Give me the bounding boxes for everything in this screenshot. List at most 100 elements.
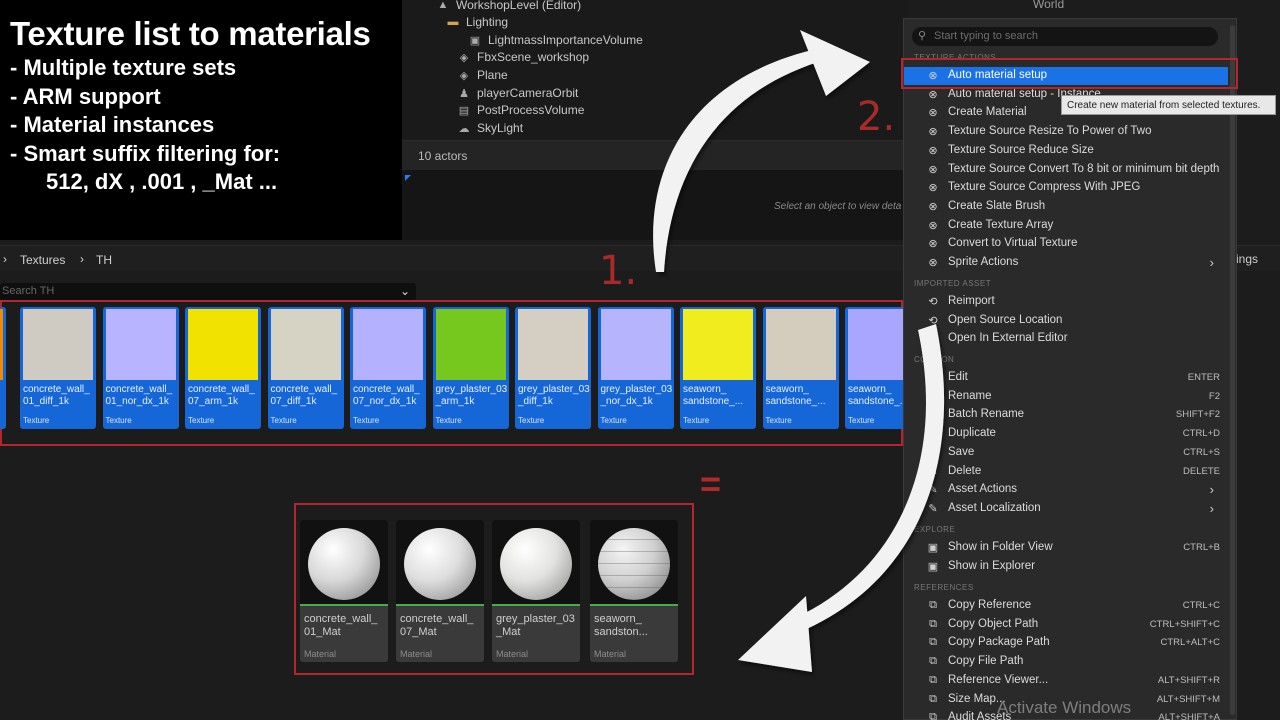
material-tile[interactable]: concrete_wall_ 07_Mat Material: [396, 520, 484, 662]
menu-item-edit[interactable]: ✎ Edit ENTER: [904, 369, 1228, 387]
texture-action-icon: ⊗: [928, 88, 938, 101]
menu-item-shortcut: ALT+SHIFT+M: [1156, 693, 1220, 705]
search-placeholder: Search TH: [2, 285, 55, 297]
menu-item-rename[interactable]: ✎ Rename F2: [904, 388, 1228, 406]
chevron-right-icon: ›: [1209, 482, 1214, 498]
texture-name: seaworn_ sandstone_...: [765, 384, 826, 407]
texture-tile[interactable]: concrete_wall_ 07_diff_1k Texture: [267, 307, 344, 429]
breadcrumb-textures[interactable]: Textures: [20, 253, 65, 267]
material-tile[interactable]: seaworn_ sandston... Material: [590, 520, 678, 662]
settings-button[interactable]: ings: [1236, 252, 1258, 266]
menu-item-show-in-explorer[interactable]: ▣ Show in Explorer: [904, 558, 1228, 576]
menu-item-open-source-location[interactable]: ⟲ Open Source Location: [904, 312, 1228, 330]
texture-tile[interactable]: concrete_wall_ 07_nor_dx_1k Texture: [350, 307, 426, 429]
texture-tile[interactable]: concrete_wall_ 01_diff_1k Texture: [20, 307, 96, 429]
outliner-row-postprocess[interactable]: ▤ PostProcessVolume: [457, 101, 585, 119]
menu-item-label: Create Texture Array: [948, 218, 1054, 231]
outliner-row-lighting[interactable]: ▬ Lighting: [446, 13, 509, 31]
search-icon: ⚲: [918, 30, 927, 42]
menu-item-label: Open In External Editor: [948, 332, 1068, 345]
texture-thumbnail: [270, 309, 341, 380]
copy-icon: ⧉: [929, 673, 937, 686]
menu-item-reimport[interactable]: ⟲ Reimport: [904, 293, 1228, 311]
breadcrumb-th[interactable]: TH: [96, 253, 112, 267]
menu-item-save[interactable]: ✎ Save CTRL+S: [904, 444, 1228, 462]
outliner-row-camera[interactable]: ♟ playerCameraOrbit: [457, 84, 578, 102]
menu-item-open-in-external-editor[interactable]: ⟲ Open In External Editor: [904, 330, 1228, 348]
menu-item-asset-localization[interactable]: ✎ Asset Localization ›: [904, 500, 1228, 518]
menu-item-copy-package-path[interactable]: ⧉ Copy Package Path CTRL+ALT+C: [904, 634, 1228, 652]
texture-type-label: Texture: [270, 416, 297, 425]
world-column-header: World: [1033, 0, 1065, 11]
outliner-row-plane[interactable]: ◈ Plane: [457, 66, 508, 84]
menu-item-copy-object-path[interactable]: ⧉ Copy Object Path CTRL+SHIFT+C: [904, 616, 1228, 634]
outliner-row-fbxscene[interactable]: ◈ FbxScene_workshop: [457, 48, 589, 66]
menu-item-copy-file-path[interactable]: ⧉ Copy File Path: [904, 653, 1228, 671]
outliner-row-skylight[interactable]: ☁ SkyLight: [457, 119, 524, 137]
menu-item-create-texture-array[interactable]: ⊗ Create Texture Array: [904, 217, 1228, 235]
menu-search-input[interactable]: ⚲ Start typing to search: [912, 27, 1218, 46]
postprocess-icon: ▤: [458, 104, 470, 117]
texture-tile[interactable]: grey_plaster_03 _diff_1k Texture: [515, 307, 591, 429]
menu-item-label: Reimport: [948, 295, 995, 307]
menu-item-texture-source-reduce-size[interactable]: ⊗ Texture Source Reduce Size: [904, 142, 1228, 160]
material-type-label: Material: [400, 649, 433, 659]
texture-tile[interactable]: seaworn_ sandstone_... Texture: [762, 307, 839, 429]
texture-action-icon: ⊗: [928, 107, 938, 120]
outliner-row-level[interactable]: ▲ WorkshopLevel (Editor): [436, 0, 582, 14]
step-2-label: 2.: [857, 94, 896, 140]
texture-name: grey_plaster_03 _arm_1k: [435, 384, 508, 407]
highlight-frame: [901, 58, 1238, 89]
level-icon: ▲: [437, 0, 449, 11]
menu-scrollbar[interactable]: [1230, 25, 1235, 715]
asset-type-stripe: [492, 604, 580, 606]
texture-tile[interactable]: grey_plaster_03 _nor_dx_1k Texture: [597, 307, 674, 429]
outliner-list: ▲ WorkshopLevel (Editor) ▬ Lighting ▣ Light…: [402, 0, 908, 140]
promo-title: Texture list to materials: [10, 15, 371, 52]
material-preview-sphere: [404, 528, 476, 600]
texture-tile[interactable]: concrete_wall_ 01_nor_dx_1k Texture: [102, 307, 179, 429]
menu-item-batch-rename[interactable]: ✎ Batch Rename SHIFT+F2: [904, 406, 1228, 424]
menu-item-create-slate-brush[interactable]: ⊗ Create Slate Brush: [904, 198, 1228, 216]
menu-item-show-in-folder-view[interactable]: ▣ Show in Folder View CTRL+B: [904, 539, 1228, 557]
texture-tile[interactable]: grey_plaster_03 _arm_1k Texture: [432, 307, 509, 429]
texture-action-icon: ⊗: [928, 238, 938, 251]
texture-tile[interactable]: concrete_wall_ 07_arm_1k Texture: [185, 307, 261, 429]
texture-thumbnail: [23, 309, 93, 380]
menu-item-duplicate[interactable]: ✎ Duplicate CTRL+D: [904, 425, 1228, 443]
material-tile[interactable]: concrete_wall_ 01_Mat Material: [300, 520, 388, 662]
menu-item-asset-actions[interactable]: ✎ Asset Actions ›: [904, 481, 1228, 499]
panel-corner-marker: [405, 175, 411, 181]
menu-item-label: Show in Explorer: [948, 559, 1035, 572]
menu-item-texture-source-convert-to-8-bit-or-minimum-bit-depth[interactable]: ⊗ Texture Source Convert To 8 bit or mini…: [904, 161, 1228, 179]
texture-type-label: Texture: [518, 416, 545, 425]
chevron-right-icon: ›: [3, 252, 7, 266]
material-tile[interactable]: grey_plaster_03 _Mat Material: [492, 520, 580, 662]
texture-tile[interactable]: seaworn_ sandstone_... Texture: [680, 307, 756, 429]
import-icon: ⟲: [928, 333, 938, 346]
menu-item-label: Show in Folder View: [948, 541, 1053, 553]
menu-item-reference-viewer[interactable]: ⧉ Reference Viewer... ALT+SHIFT+R: [904, 672, 1228, 690]
edit-icon: ✎: [928, 446, 938, 459]
menu-item-sprite-actions[interactable]: ⊗ Sprite Actions ›: [904, 254, 1228, 272]
texture-type-label: Texture: [188, 416, 215, 425]
menu-item-copy-reference[interactable]: ⧉ Copy Reference CTRL+C: [904, 597, 1228, 615]
texture-type-label: Texture: [23, 416, 50, 425]
menu-item-label: Texture Source Convert To 8 bit or minim…: [948, 162, 1220, 175]
texture-action-icon: ⊗: [928, 163, 938, 176]
menu-item-shortcut: F2: [1208, 390, 1220, 402]
menu-item-shortcut: ALT+SHIFT+A: [1158, 712, 1220, 720]
copy-icon: ⧉: [929, 617, 937, 630]
menu-item-convert-to-virtual-texture[interactable]: ⊗ Convert to Virtual Texture: [904, 235, 1228, 253]
menu-item-texture-source-compress-with-jpeg[interactable]: ⊗ Texture Source Compress With JPEG: [904, 179, 1228, 197]
chevron-down-icon[interactable]: ⌄: [400, 284, 410, 298]
asset-search-input[interactable]: Search TH ⌄: [0, 283, 416, 301]
outliner-row-lmiv[interactable]: ▣ LightmassImportanceVolume: [468, 31, 643, 49]
menu-item-delete[interactable]: ✎ Delete DELETE: [904, 463, 1228, 481]
edit-icon: ✎: [928, 428, 938, 441]
menu-item-texture-source-resize-to-power-of-two[interactable]: ⊗ Texture Source Resize To Power of Two: [904, 123, 1228, 141]
menu-item-shortcut: CTRL+C: [1182, 600, 1220, 611]
equals-sign: =: [700, 463, 722, 504]
material-name: concrete_wall_ 01_Mat: [304, 613, 378, 638]
texture-tile-partial[interactable]: [0, 307, 6, 429]
